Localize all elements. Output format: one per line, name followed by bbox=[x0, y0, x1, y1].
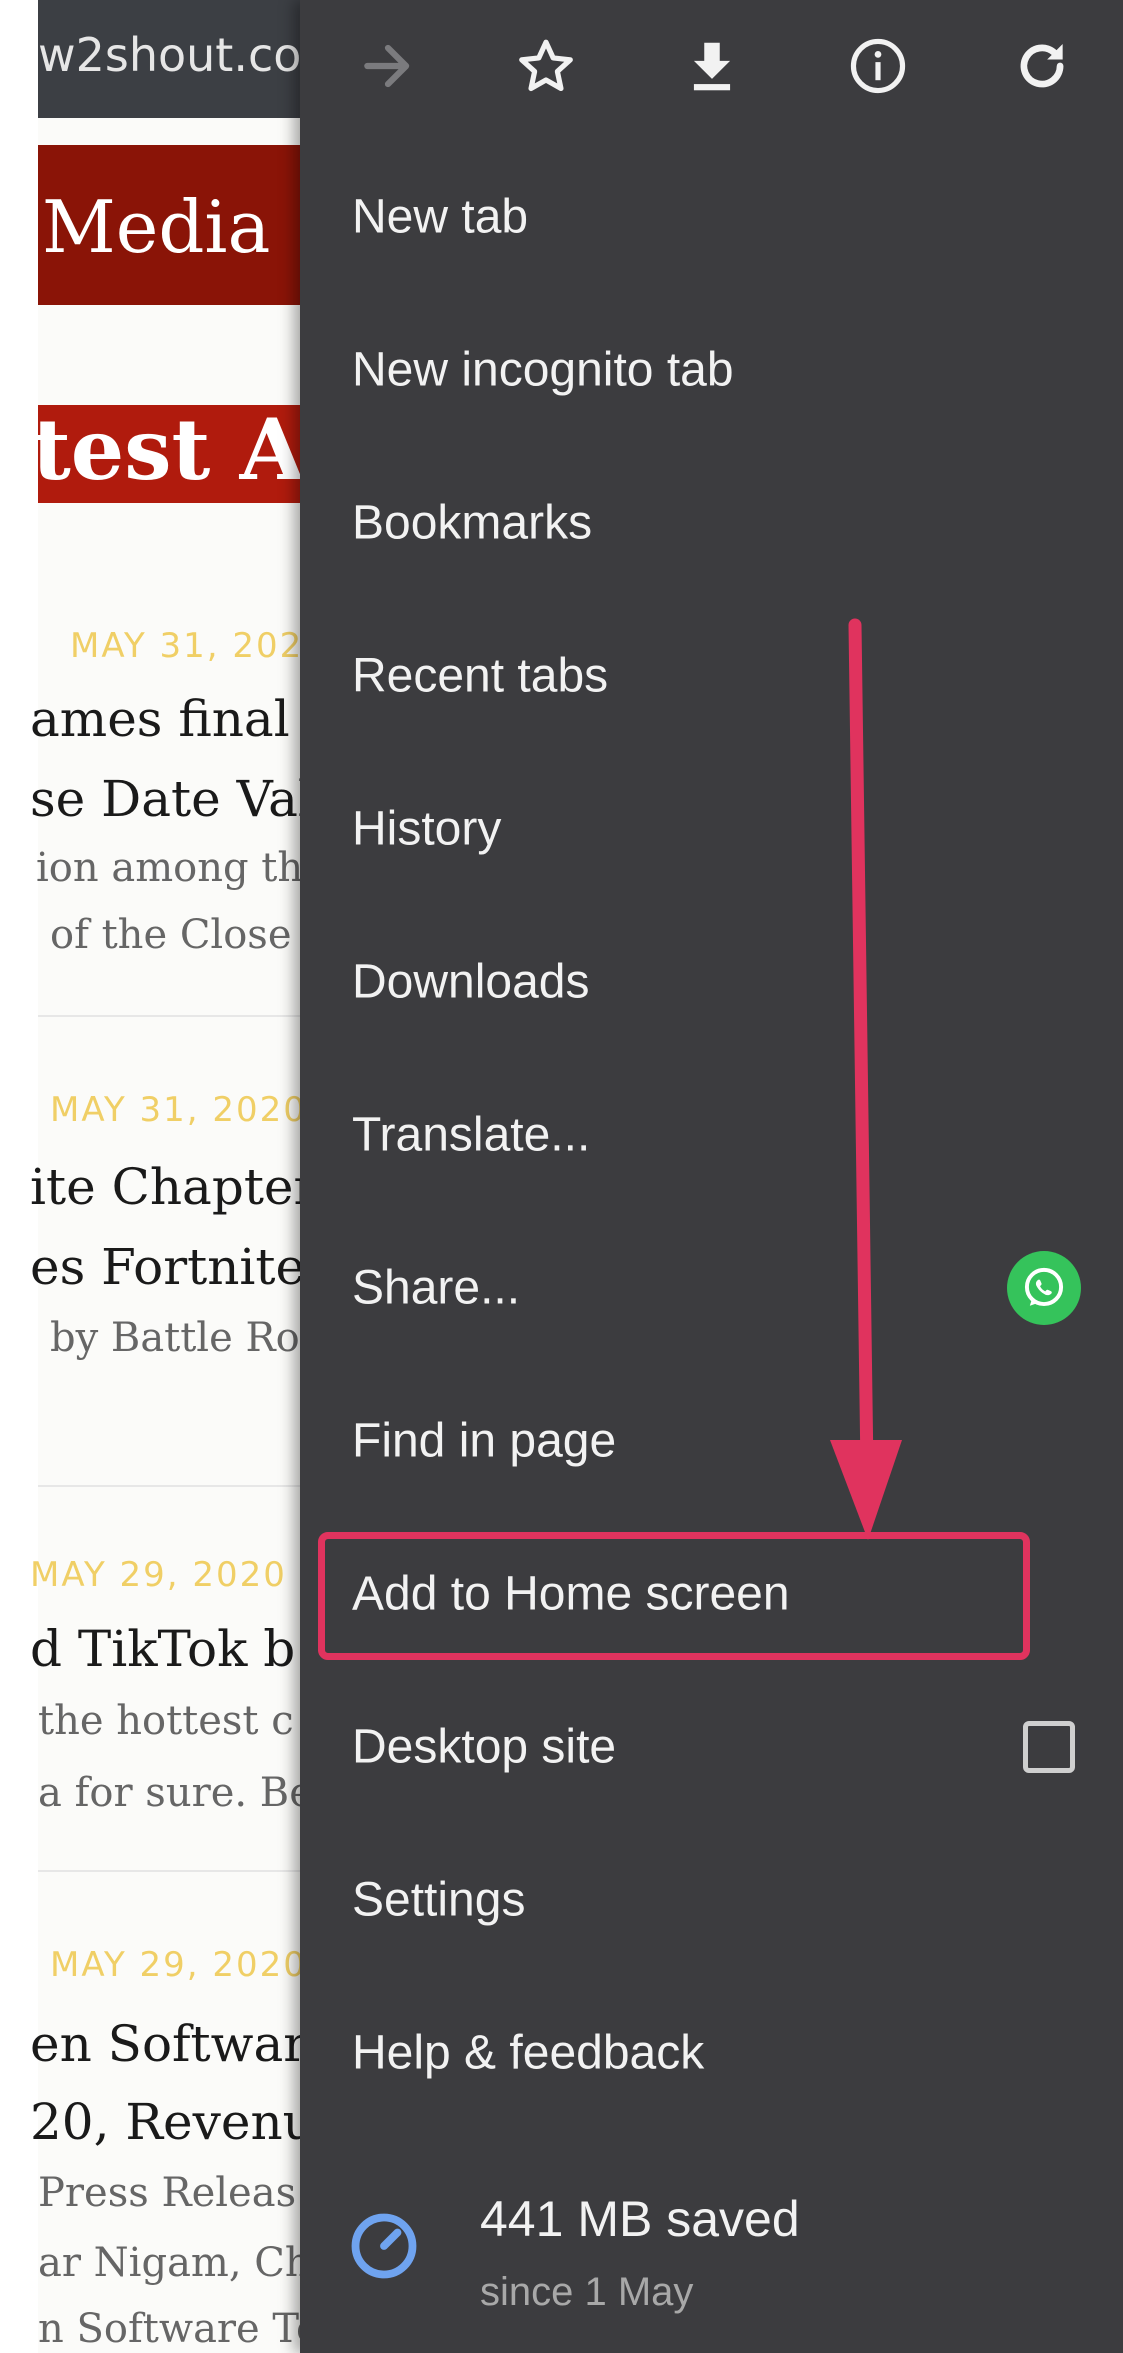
menu-item-label: Desktop site bbox=[352, 1720, 617, 1773]
article-divider bbox=[38, 1015, 338, 1017]
page-info-button[interactable] bbox=[830, 18, 926, 114]
article-date: MAY 29, 2020 bbox=[50, 1945, 307, 1985]
data-saved-amount: 441 MB saved bbox=[480, 2191, 800, 2247]
menu-item-find-in-page[interactable]: Find in page bbox=[300, 1364, 1123, 1517]
menu-item-new-incognito-tab[interactable]: New incognito tab bbox=[300, 293, 1123, 446]
menu-toolbar bbox=[300, 0, 1123, 150]
article-divider bbox=[38, 1485, 338, 1487]
site-brand-text: Media bbox=[42, 185, 271, 269]
article-title-line[interactable]: es Fortnite bbox=[30, 1238, 305, 1296]
menu-item-label: Help & feedback bbox=[352, 2026, 705, 2079]
menu-item-label: Share... bbox=[352, 1261, 521, 1314]
download-page-button[interactable] bbox=[664, 18, 760, 114]
menu-item-label: History bbox=[352, 802, 502, 855]
article-title-line[interactable]: se Date Val bbox=[30, 770, 314, 828]
menu-item-label: Bookmarks bbox=[352, 496, 593, 549]
forward-button[interactable] bbox=[340, 18, 436, 114]
article-excerpt-line: by Battle Ro bbox=[50, 1315, 300, 1361]
menu-item-recent-tabs[interactable]: Recent tabs bbox=[300, 599, 1123, 752]
reload-button[interactable] bbox=[994, 18, 1090, 114]
info-icon bbox=[850, 38, 906, 94]
article-excerpt-line: the hottest c bbox=[38, 1698, 294, 1744]
download-icon bbox=[693, 42, 731, 91]
add-to-home-highlight-box bbox=[318, 1532, 1030, 1660]
menu-item-label: New incognito tab bbox=[352, 343, 734, 396]
article-divider bbox=[38, 1870, 338, 1872]
data-saver-summary[interactable]: 441 MB saved since 1 May bbox=[300, 2150, 1123, 2350]
data-saver-gauge-icon bbox=[351, 2213, 417, 2279]
menu-item-desktop-site[interactable]: Desktop site bbox=[300, 1670, 1123, 1823]
bookmark-button[interactable] bbox=[498, 18, 594, 114]
article-title-line[interactable]: ite Chapter bbox=[30, 1158, 317, 1216]
menu-item-bookmarks[interactable]: Bookmarks bbox=[300, 446, 1123, 599]
data-saved-since: since 1 May bbox=[480, 2270, 694, 2314]
star-icon bbox=[519, 39, 573, 92]
menu-item-label: New tab bbox=[352, 190, 529, 243]
menu-item-new-tab[interactable]: New tab bbox=[300, 140, 1123, 293]
menu-item-settings[interactable]: Settings bbox=[300, 1823, 1123, 1976]
desktop-site-checkbox[interactable] bbox=[1023, 1720, 1075, 1773]
article-excerpt-line: Press Releas bbox=[38, 2170, 297, 2216]
article-excerpt-line: ion among th bbox=[36, 845, 304, 891]
article-title-line[interactable]: ames final bbox=[30, 690, 290, 748]
article-title-line[interactable]: 20, Revenu bbox=[30, 2093, 315, 2151]
forward-icon bbox=[364, 44, 410, 88]
menu-item-share[interactable]: Share... bbox=[300, 1211, 1123, 1364]
menu-item-label: Settings bbox=[352, 1873, 526, 1926]
menu-item-downloads[interactable]: Downloads bbox=[300, 905, 1123, 1058]
menu-item-label: Find in page bbox=[352, 1414, 617, 1467]
article-excerpt-line: ar Nigam, Ch bbox=[38, 2240, 311, 2286]
article-date: MAY 31, 202 bbox=[70, 626, 304, 666]
article-date: MAY 29, 2020 bbox=[30, 1555, 287, 1595]
menu-item-label: Recent tabs bbox=[352, 649, 609, 702]
url-text[interactable]: w2shout.co bbox=[38, 28, 301, 82]
menu-item-label: Translate... bbox=[352, 1108, 591, 1161]
menu-item-history[interactable]: History bbox=[300, 752, 1123, 905]
article-title-line[interactable]: d TikTok b bbox=[30, 1620, 295, 1678]
chrome-overflow-menu: New tab New incognito tab Bookmarks Rece… bbox=[300, 0, 1123, 2353]
article-title-line[interactable]: en Softwar bbox=[30, 2015, 307, 2073]
menu-item-help-feedback[interactable]: Help & feedback bbox=[300, 1976, 1123, 2129]
menu-item-label: Downloads bbox=[352, 955, 590, 1008]
article-excerpt-line: a for sure. Be bbox=[38, 1770, 313, 1816]
menu-item-translate[interactable]: Translate... bbox=[300, 1058, 1123, 1211]
whatsapp-icon[interactable] bbox=[1007, 1250, 1081, 1325]
article-date: MAY 31, 2020 bbox=[50, 1090, 307, 1130]
reload-icon bbox=[1020, 44, 1064, 88]
article-excerpt-line: of the Close bbox=[50, 912, 292, 958]
